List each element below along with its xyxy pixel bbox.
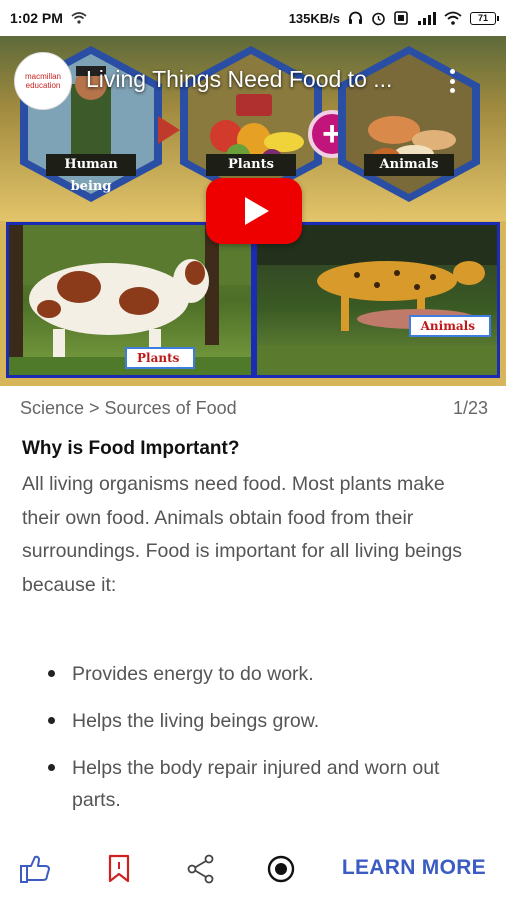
cow-panel: Plants <box>6 222 254 378</box>
share-button[interactable] <box>184 852 218 886</box>
alarm-icon <box>371 11 386 26</box>
list-item: Helps the living beings grow. <box>44 705 484 737</box>
breadcrumb: Science > Sources of Food <box>20 398 237 418</box>
data-saver-icon <box>394 11 408 25</box>
action-bar: LEARN MORE <box>0 844 506 896</box>
page-counter: 1/23 <box>452 398 488 418</box>
record-icon <box>267 855 295 883</box>
learn-more-button[interactable]: LEARN MORE <box>342 856 486 880</box>
channel-logo-text: macmillan education <box>24 72 61 90</box>
battery-icon: 71 <box>470 11 499 25</box>
bookmark-icon <box>108 854 130 883</box>
tag-plants: Plants <box>125 347 196 369</box>
list-item: Helps the body repair injured and worn o… <box>44 752 484 816</box>
status-bar: 1:02 PM 135KB/s 71 <box>0 0 506 36</box>
play-icon <box>245 197 269 225</box>
hex-label-human-being: Human being <box>46 154 136 194</box>
signal-icon <box>416 11 436 25</box>
battery-level: 71 <box>477 13 488 23</box>
share-icon <box>187 854 214 884</box>
status-time: 1:02 PM <box>10 10 63 26</box>
play-button[interactable] <box>206 178 302 244</box>
headphones-icon <box>348 11 363 25</box>
bullet-list: Provides energy to do work. Helps the li… <box>44 658 484 831</box>
hex-label-plants: Plants <box>206 154 296 176</box>
tag-animals: Animals <box>408 315 491 337</box>
channel-logo[interactable]: macmillan education <box>14 52 72 110</box>
hex-label-animals: Animals <box>364 154 454 176</box>
like-icon <box>20 855 50 883</box>
wifi-icon <box>444 11 462 25</box>
video-player[interactable]: Human being Plants + Animals macmillan e… <box>0 36 506 386</box>
video-title[interactable]: Living Things Need Food to ... <box>86 66 392 93</box>
section-title: Why is Food Important? <box>22 438 240 459</box>
leopard-panel: Animals <box>254 222 500 378</box>
breadcrumb-row: Science > Sources of Food 1/23 <box>20 398 488 419</box>
like-button[interactable] <box>18 852 52 886</box>
bookmark-button[interactable] <box>102 852 136 886</box>
more-options-icon[interactable] <box>442 66 462 96</box>
list-item: Provides energy to do work. <box>44 658 484 690</box>
network-speed: 135KB/s <box>288 10 340 26</box>
wifi-icon <box>71 12 87 24</box>
record-button[interactable] <box>264 852 298 886</box>
intro-paragraph: All living organisms need food. Most pla… <box>22 473 463 596</box>
